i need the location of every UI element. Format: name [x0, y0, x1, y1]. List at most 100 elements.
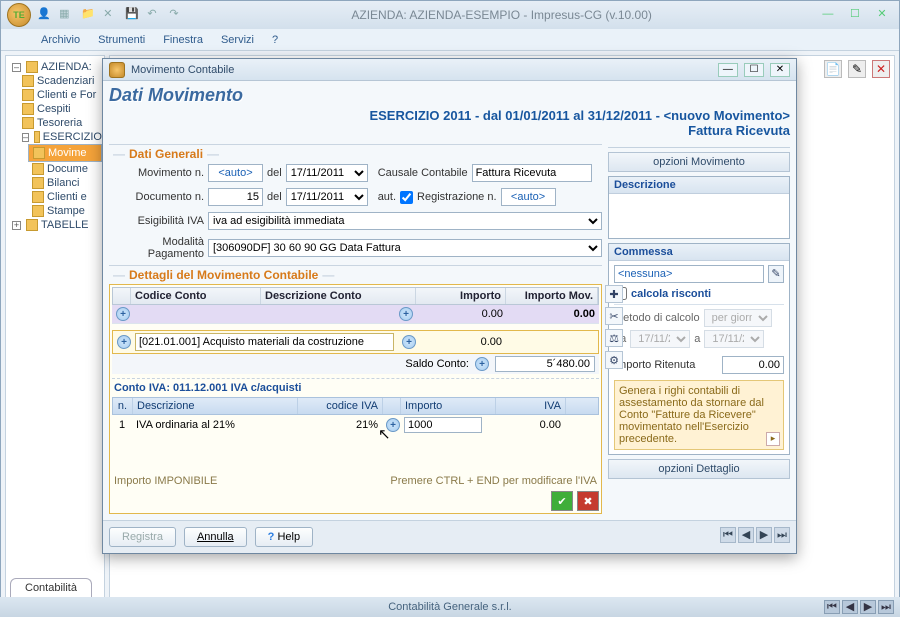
pag-select[interactable]: [306090DF] 30 60 90 GG Data Fattura	[208, 239, 602, 257]
tool-plus-icon[interactable]: ✚	[605, 285, 623, 303]
tree-esercizio[interactable]: ESERCIZIO	[43, 131, 102, 143]
confirm-ok-button[interactable]: ✔	[551, 491, 573, 511]
menu-finestra[interactable]: Finestra	[163, 34, 203, 46]
toolbar-folder-icon[interactable]: 📁	[81, 7, 97, 23]
doc-icon[interactable]: 📄	[824, 60, 842, 78]
nav-prev-icon[interactable]: ◀	[842, 600, 858, 614]
doc-type: Fattura Ricevuta	[109, 123, 790, 138]
ritenuta-input[interactable]	[722, 356, 784, 374]
tree-tabelle[interactable]: TABELLE	[41, 219, 89, 231]
menu-servizi[interactable]: Servizi	[221, 34, 254, 46]
tree-item[interactable]: Bilanci	[47, 177, 79, 189]
iva-row-1[interactable]: 1 IVA ordinaria al 21% 21% + 0.00	[112, 415, 599, 435]
dlg-nav-first-icon[interactable]: ⏮	[720, 527, 736, 543]
movimento-window: Movimento Contabile — ☐ ✕ Dati Movimento…	[102, 58, 797, 554]
tree-root[interactable]: AZIENDA:	[41, 61, 92, 73]
maximize-button[interactable]: ☐	[844, 7, 866, 23]
annulla-button[interactable]: Annulla	[184, 527, 247, 547]
nav-last-icon[interactable]: ⏭	[878, 600, 894, 614]
toolbar-redo-icon[interactable]: ↷	[169, 7, 185, 23]
dlg-nav-prev-icon[interactable]: ◀	[738, 527, 754, 543]
row-add-icon[interactable]: +	[399, 307, 413, 321]
dlg-nav-next-icon[interactable]: ▶	[756, 527, 772, 543]
tree-item[interactable]: Tesoreria	[37, 117, 82, 129]
descrizione-textarea[interactable]	[614, 198, 784, 238]
toolbar-close-icon[interactable]: ✕	[103, 7, 119, 23]
nav-first-icon[interactable]: ⏮	[824, 600, 840, 614]
saldo-value: 5´480.00	[495, 356, 595, 372]
delete-icon[interactable]: ✕	[872, 60, 890, 78]
tool-balance-icon[interactable]: ⚖	[605, 329, 623, 347]
reg-input[interactable]	[501, 188, 556, 206]
folder-icon	[26, 219, 38, 231]
inner-titlebar: Movimento Contabile — ☐ ✕	[103, 59, 796, 81]
opzioni-movimento-button[interactable]: opzioni Movimento	[608, 152, 790, 172]
tree-movimenti[interactable]: Movime	[48, 147, 87, 159]
row-add-icon[interactable]: +	[402, 335, 416, 349]
mov-n-input[interactable]	[208, 164, 263, 182]
dettagli-row-1[interactable]: + + 0.00	[112, 330, 599, 354]
causale-input[interactable]	[472, 164, 592, 182]
registra-button[interactable]: Registra	[109, 527, 176, 547]
doc-date-select[interactable]: 17/11/2011	[286, 188, 368, 206]
warning-box: Genera i righi contabili di assestamento…	[614, 380, 784, 450]
commessa-title: Commessa	[609, 244, 789, 261]
commessa-edit-icon[interactable]: ✎	[768, 265, 784, 283]
saldo-add-icon[interactable]: +	[475, 357, 489, 371]
tree-item[interactable]: Docume	[47, 163, 88, 175]
tree-item[interactable]: Stampe	[47, 205, 85, 217]
esig-select[interactable]: iva ad esigibilità immediata	[208, 212, 602, 230]
tree-item[interactable]: Scadenziari	[37, 75, 94, 87]
commessa-input[interactable]	[614, 265, 764, 283]
nav-tree[interactable]: – AZIENDA: Scadenziari Clienti e For Cesp…	[5, 55, 105, 612]
tool-cut-icon[interactable]: ✂	[605, 307, 623, 325]
tree-item[interactable]: Clienti e	[47, 191, 87, 203]
toolbar-person-icon[interactable]: 👤	[37, 7, 53, 23]
dettagli-panel: ✚ ✂ ⚖ ⚙ Codice Conto Descrizione Conto I…	[109, 284, 602, 514]
tree-item[interactable]: Cespiti	[37, 103, 71, 115]
edit-icon[interactable]: ✎	[848, 60, 866, 78]
close-button[interactable]: ✕	[871, 7, 893, 23]
iva-header: n. Descrizione codice IVA Importo IVA	[112, 397, 599, 415]
iva-add-icon[interactable]: +	[386, 418, 400, 432]
confirm-cancel-button[interactable]: ✖	[577, 491, 599, 511]
col-codice: Codice Conto	[131, 288, 261, 304]
dettagli-blank-row[interactable]: + + 0.00 0.00	[112, 305, 599, 324]
iva-importo-input[interactable]	[404, 417, 482, 433]
row-add-icon[interactable]: +	[116, 307, 130, 321]
toolbar-save-icon[interactable]: 💾	[125, 7, 141, 23]
row-add-icon[interactable]: +	[117, 335, 131, 349]
doc-n-input[interactable]	[208, 188, 263, 206]
help-button[interactable]: Help	[255, 527, 313, 547]
right-column: opzioni Movimento Descrizione Commessa ✎	[608, 142, 790, 514]
menu-help[interactable]: ?	[272, 34, 278, 46]
toolbar-grid-icon[interactable]: ▦	[59, 7, 75, 23]
inner-maximize-button[interactable]: ☐	[744, 63, 764, 77]
menubar: Archivio Strumenti Finestra Servizi ?	[1, 29, 899, 51]
date-from-select: 17/11/2011	[630, 330, 690, 348]
toolbar-undo-icon[interactable]: ↶	[147, 7, 163, 23]
mov-date-select[interactable]: 17/11/2011	[286, 164, 368, 182]
tree-item[interactable]: Clienti e For	[37, 89, 96, 101]
menu-archivio[interactable]: Archivio	[41, 34, 80, 46]
conto-input[interactable]	[135, 333, 394, 351]
opzioni-dettaglio-button[interactable]: opzioni Dettaglio	[608, 459, 790, 479]
menu-strumenti[interactable]: Strumenti	[98, 34, 145, 46]
inner-minimize-button[interactable]: —	[718, 63, 738, 77]
row-imp: 0.00	[416, 334, 506, 350]
nav-next-icon[interactable]: ▶	[860, 600, 876, 614]
expand-icon[interactable]: +	[12, 221, 21, 230]
expand-icon[interactable]: –	[12, 63, 21, 72]
iva-n: 1	[112, 417, 132, 433]
footer-tab[interactable]: Contabilità	[10, 578, 92, 597]
minimize-button[interactable]: —	[817, 8, 839, 24]
tool-gear-icon[interactable]: ⚙	[605, 351, 623, 369]
warning-action-icon[interactable]: ▸	[766, 432, 780, 446]
inner-close-button[interactable]: ✕	[770, 63, 790, 77]
dlg-nav-last-icon[interactable]: ⏭	[774, 527, 790, 543]
descrizione-title: Descrizione	[609, 177, 789, 194]
col-importo-mov: Importo Mov.	[506, 288, 598, 304]
expand-icon[interactable]: –	[22, 133, 29, 142]
aut-checkbox[interactable]	[400, 191, 413, 204]
descrizione-panel: Descrizione	[608, 176, 790, 239]
